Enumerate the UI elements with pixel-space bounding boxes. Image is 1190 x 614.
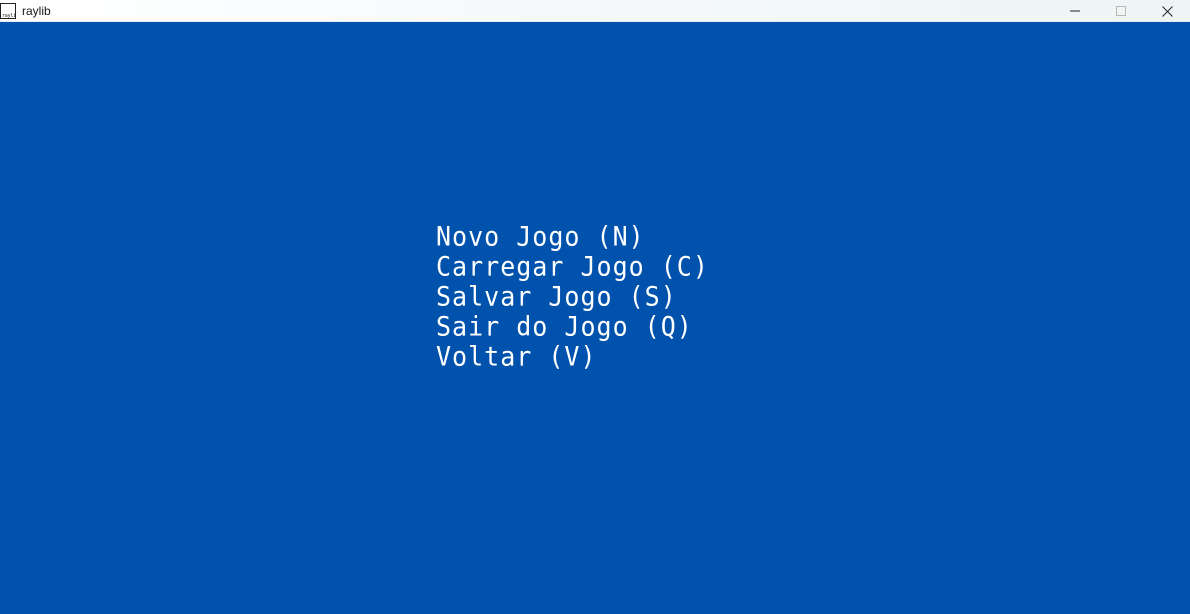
- menu-item-salvar-jogo[interactable]: Salvar Jogo (S): [436, 281, 709, 313]
- menu-item-voltar[interactable]: Voltar (V): [436, 341, 709, 373]
- minimize-button[interactable]: [1052, 0, 1098, 22]
- close-button[interactable]: [1144, 0, 1190, 22]
- maximize-button[interactable]: [1098, 0, 1144, 22]
- game-canvas[interactable]: Novo Jogo (N) Carregar Jogo (C) Salvar J…: [0, 22, 1190, 614]
- menu-item-novo-jogo[interactable]: Novo Jogo (N): [436, 221, 709, 253]
- window-title: raylib: [22, 3, 51, 18]
- window-controls: [1052, 0, 1190, 22]
- title-bar[interactable]: raylib raylib: [0, 0, 1190, 22]
- menu-item-carregar-jogo[interactable]: Carregar Jogo (C): [436, 251, 709, 283]
- raylib-logo-icon: raylib: [0, 2, 16, 19]
- maximize-icon: [1116, 6, 1126, 16]
- minimize-icon: [1070, 10, 1080, 12]
- main-menu: Novo Jogo (N) Carregar Jogo (C) Salvar J…: [436, 221, 709, 373]
- close-icon: [1161, 5, 1173, 17]
- menu-item-sair-do-jogo[interactable]: Sair do Jogo (Q): [436, 311, 709, 343]
- app-window: raylib raylib Novo Jog: [0, 0, 1190, 614]
